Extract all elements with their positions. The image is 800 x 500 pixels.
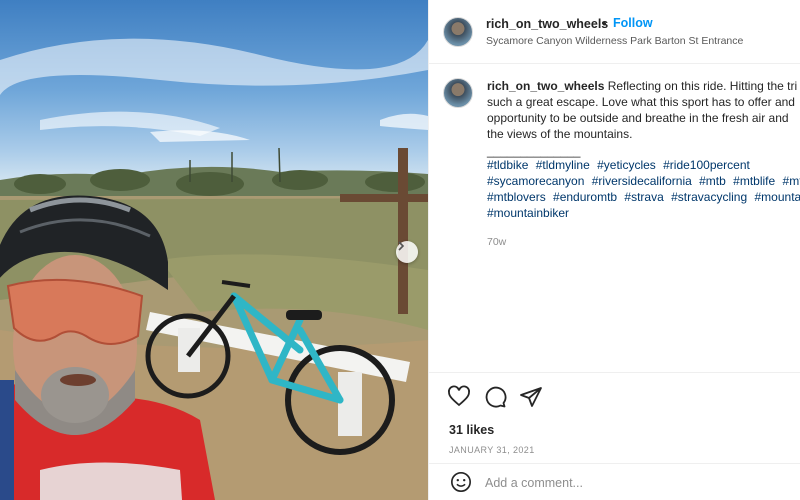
hashtag-link[interactable]: #mt bbox=[783, 174, 800, 188]
separator-dot: • bbox=[602, 16, 607, 31]
caption-line: the views of the mountains. bbox=[487, 127, 633, 141]
share-icon bbox=[520, 387, 542, 407]
hashtag-link[interactable]: #mtb bbox=[699, 174, 726, 188]
comment-icon bbox=[485, 386, 507, 408]
hashtag-line: #sycamorecanyon #riversidecalifornia #mt… bbox=[487, 173, 800, 189]
hashtag-link[interactable]: #mountainbiker bbox=[487, 206, 569, 220]
caption-line: Reflecting on this ride. Hitting the tri bbox=[607, 79, 798, 93]
caption-line: such a great escape. Love what this spor… bbox=[487, 95, 795, 109]
hashtag-link[interactable]: #riversidecalifornia bbox=[592, 174, 692, 188]
hashtag-link[interactable]: #mtblovers bbox=[487, 190, 546, 204]
hashtag-link[interactable]: #sycamorecanyon bbox=[487, 174, 584, 188]
hashtag-list: #tldbike #tldmyline #yeticycles #ride100… bbox=[487, 157, 800, 221]
post-photo[interactable] bbox=[0, 0, 428, 500]
hashtag-link[interactable]: #tldbike bbox=[487, 158, 528, 172]
chevron-right-icon bbox=[398, 241, 405, 251]
caption-text: rich_on_two_wheels Reflecting on this ri… bbox=[487, 78, 800, 142]
post-side-panel: rich_on_two_wheels • Follow Sycamore Can… bbox=[428, 0, 800, 500]
avatar[interactable] bbox=[443, 17, 473, 47]
comment-button[interactable] bbox=[483, 385, 507, 409]
hashtag-link[interactable]: #mounta bbox=[755, 190, 800, 204]
caption-avatar[interactable] bbox=[443, 78, 473, 108]
hashtag-link[interactable]: #stravacycling bbox=[671, 190, 747, 204]
hashtag-link[interactable]: #tldmyline bbox=[536, 158, 590, 172]
post-actions: 31 likes JANUARY 31, 2021 bbox=[429, 372, 800, 500]
caption-line: opportunity to be outside and breathe in… bbox=[487, 111, 789, 125]
post-header: rich_on_two_wheels • Follow Sycamore Can… bbox=[429, 0, 800, 64]
caption-time[interactable]: 70w bbox=[487, 236, 506, 248]
caption-username[interactable]: rich_on_two_wheels bbox=[487, 79, 604, 93]
post-username[interactable]: rich_on_two_wheels bbox=[486, 17, 608, 31]
like-count[interactable]: 31 likes bbox=[449, 423, 494, 437]
comment-input[interactable] bbox=[485, 472, 785, 494]
post-date: JANUARY 31, 2021 bbox=[449, 445, 535, 455]
emoji-icon bbox=[451, 472, 471, 492]
heart-icon bbox=[448, 385, 470, 407]
hashtag-line: #mountainbiker bbox=[487, 205, 800, 221]
emoji-button[interactable] bbox=[449, 471, 473, 495]
hashtag-link[interactable]: #yeticycles bbox=[597, 158, 656, 172]
hashtag-link[interactable]: #strava bbox=[624, 190, 663, 204]
post-location[interactable]: Sycamore Canyon Wilderness Park Barton S… bbox=[486, 35, 743, 47]
next-photo-button[interactable] bbox=[396, 241, 418, 263]
selfie-bike-photo bbox=[0, 38, 428, 500]
hashtag-link[interactable]: #ride100percent bbox=[663, 158, 750, 172]
hashtag-line: #mtblovers #enduromtb #strava #stravacyc… bbox=[487, 189, 800, 205]
hashtag-link[interactable]: #enduromtb bbox=[553, 190, 617, 204]
caption-divider: ______________ bbox=[487, 144, 581, 158]
comment-bar bbox=[429, 463, 800, 500]
hashtag-link[interactable]: #mtblife bbox=[733, 174, 775, 188]
caption-area: rich_on_two_wheels Reflecting on this ri… bbox=[429, 64, 800, 374]
share-button[interactable] bbox=[519, 385, 543, 409]
like-button[interactable] bbox=[447, 385, 471, 409]
follow-button[interactable]: Follow bbox=[613, 16, 653, 30]
hashtag-line: #tldbike #tldmyline #yeticycles #ride100… bbox=[487, 157, 800, 173]
